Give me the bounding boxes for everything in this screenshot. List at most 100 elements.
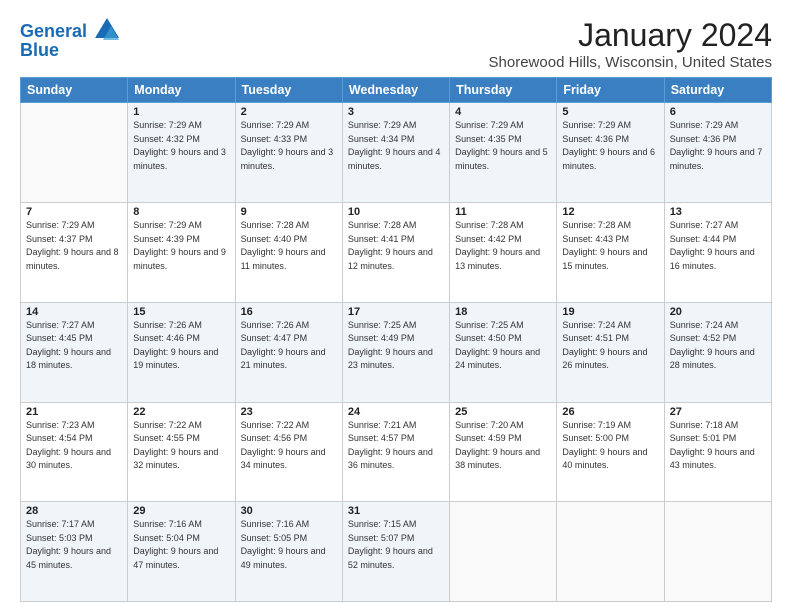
week-row-5: 28Sunrise: 7:17 AMSunset: 5:03 PMDayligh… <box>21 502 772 602</box>
calendar-cell <box>450 502 557 602</box>
calendar-cell: 16Sunrise: 7:26 AMSunset: 4:47 PMDayligh… <box>235 302 342 402</box>
day-info: Sunrise: 7:29 AMSunset: 4:39 PMDaylight:… <box>133 219 229 273</box>
day-info: Sunrise: 7:22 AMSunset: 4:55 PMDaylight:… <box>133 419 229 473</box>
calendar-cell: 31Sunrise: 7:15 AMSunset: 5:07 PMDayligh… <box>342 502 449 602</box>
day-info: Sunrise: 7:28 AMSunset: 4:40 PMDaylight:… <box>241 219 337 273</box>
calendar-cell: 15Sunrise: 7:26 AMSunset: 4:46 PMDayligh… <box>128 302 235 402</box>
week-row-1: 1Sunrise: 7:29 AMSunset: 4:32 PMDaylight… <box>21 103 772 203</box>
logo-icon <box>93 16 121 44</box>
calendar-cell: 23Sunrise: 7:22 AMSunset: 4:56 PMDayligh… <box>235 402 342 502</box>
calendar-cell: 21Sunrise: 7:23 AMSunset: 4:54 PMDayligh… <box>21 402 128 502</box>
day-number: 23 <box>241 406 337 418</box>
location: Shorewood Hills, Wisconsin, United State… <box>489 54 772 71</box>
weekday-header-monday: Monday <box>128 78 235 103</box>
day-number: 10 <box>348 206 444 218</box>
day-number: 29 <box>133 505 229 517</box>
day-info: Sunrise: 7:16 AMSunset: 5:04 PMDaylight:… <box>133 518 229 572</box>
day-info: Sunrise: 7:19 AMSunset: 5:00 PMDaylight:… <box>562 419 658 473</box>
day-info: Sunrise: 7:22 AMSunset: 4:56 PMDaylight:… <box>241 419 337 473</box>
day-number: 18 <box>455 306 551 318</box>
day-number: 22 <box>133 406 229 418</box>
weekday-header-row: SundayMondayTuesdayWednesdayThursdayFrid… <box>21 78 772 103</box>
day-info: Sunrise: 7:24 AMSunset: 4:51 PMDaylight:… <box>562 319 658 373</box>
month-title: January 2024 <box>489 16 772 54</box>
day-number: 8 <box>133 206 229 218</box>
calendar-cell: 12Sunrise: 7:28 AMSunset: 4:43 PMDayligh… <box>557 203 664 303</box>
day-info: Sunrise: 7:27 AMSunset: 4:44 PMDaylight:… <box>670 219 766 273</box>
day-number: 26 <box>562 406 658 418</box>
day-info: Sunrise: 7:18 AMSunset: 5:01 PMDaylight:… <box>670 419 766 473</box>
calendar-cell: 4Sunrise: 7:29 AMSunset: 4:35 PMDaylight… <box>450 103 557 203</box>
calendar-table: SundayMondayTuesdayWednesdayThursdayFrid… <box>20 77 772 602</box>
day-info: Sunrise: 7:26 AMSunset: 4:47 PMDaylight:… <box>241 319 337 373</box>
day-info: Sunrise: 7:16 AMSunset: 5:05 PMDaylight:… <box>241 518 337 572</box>
calendar-cell <box>557 502 664 602</box>
day-info: Sunrise: 7:28 AMSunset: 4:42 PMDaylight:… <box>455 219 551 273</box>
day-info: Sunrise: 7:29 AMSunset: 4:36 PMDaylight:… <box>670 119 766 173</box>
calendar-cell: 26Sunrise: 7:19 AMSunset: 5:00 PMDayligh… <box>557 402 664 502</box>
day-number: 12 <box>562 206 658 218</box>
day-info: Sunrise: 7:25 AMSunset: 4:49 PMDaylight:… <box>348 319 444 373</box>
day-number: 27 <box>670 406 766 418</box>
day-info: Sunrise: 7:29 AMSunset: 4:34 PMDaylight:… <box>348 119 444 173</box>
day-number: 25 <box>455 406 551 418</box>
day-number: 20 <box>670 306 766 318</box>
day-number: 13 <box>670 206 766 218</box>
calendar-cell: 29Sunrise: 7:16 AMSunset: 5:04 PMDayligh… <box>128 502 235 602</box>
calendar-cell: 17Sunrise: 7:25 AMSunset: 4:49 PMDayligh… <box>342 302 449 402</box>
day-number: 6 <box>670 106 766 118</box>
day-info: Sunrise: 7:29 AMSunset: 4:35 PMDaylight:… <box>455 119 551 173</box>
calendar-cell: 11Sunrise: 7:28 AMSunset: 4:42 PMDayligh… <box>450 203 557 303</box>
weekday-header-tuesday: Tuesday <box>235 78 342 103</box>
day-number: 9 <box>241 206 337 218</box>
day-number: 14 <box>26 306 122 318</box>
calendar-cell: 9Sunrise: 7:28 AMSunset: 4:40 PMDaylight… <box>235 203 342 303</box>
day-info: Sunrise: 7:29 AMSunset: 4:33 PMDaylight:… <box>241 119 337 173</box>
day-number: 19 <box>562 306 658 318</box>
calendar-cell <box>21 103 128 203</box>
calendar-cell: 3Sunrise: 7:29 AMSunset: 4:34 PMDaylight… <box>342 103 449 203</box>
calendar-cell: 27Sunrise: 7:18 AMSunset: 5:01 PMDayligh… <box>664 402 771 502</box>
calendar-cell: 14Sunrise: 7:27 AMSunset: 4:45 PMDayligh… <box>21 302 128 402</box>
weekday-header-thursday: Thursday <box>450 78 557 103</box>
day-number: 15 <box>133 306 229 318</box>
day-number: 31 <box>348 505 444 517</box>
weekday-header-friday: Friday <box>557 78 664 103</box>
calendar-cell: 20Sunrise: 7:24 AMSunset: 4:52 PMDayligh… <box>664 302 771 402</box>
calendar-cell: 8Sunrise: 7:29 AMSunset: 4:39 PMDaylight… <box>128 203 235 303</box>
title-block: January 2024 Shorewood Hills, Wisconsin,… <box>489 16 772 71</box>
day-info: Sunrise: 7:25 AMSunset: 4:50 PMDaylight:… <box>455 319 551 373</box>
day-number: 3 <box>348 106 444 118</box>
day-info: Sunrise: 7:26 AMSunset: 4:46 PMDaylight:… <box>133 319 229 373</box>
day-info: Sunrise: 7:27 AMSunset: 4:45 PMDaylight:… <box>26 319 122 373</box>
week-row-4: 21Sunrise: 7:23 AMSunset: 4:54 PMDayligh… <box>21 402 772 502</box>
calendar-cell: 13Sunrise: 7:27 AMSunset: 4:44 PMDayligh… <box>664 203 771 303</box>
weekday-header-wednesday: Wednesday <box>342 78 449 103</box>
day-info: Sunrise: 7:15 AMSunset: 5:07 PMDaylight:… <box>348 518 444 572</box>
day-number: 28 <box>26 505 122 517</box>
day-info: Sunrise: 7:29 AMSunset: 4:36 PMDaylight:… <box>562 119 658 173</box>
week-row-2: 7Sunrise: 7:29 AMSunset: 4:37 PMDaylight… <box>21 203 772 303</box>
day-number: 24 <box>348 406 444 418</box>
day-info: Sunrise: 7:28 AMSunset: 4:43 PMDaylight:… <box>562 219 658 273</box>
day-info: Sunrise: 7:17 AMSunset: 5:03 PMDaylight:… <box>26 518 122 572</box>
weekday-header-saturday: Saturday <box>664 78 771 103</box>
day-number: 17 <box>348 306 444 318</box>
calendar-cell: 6Sunrise: 7:29 AMSunset: 4:36 PMDaylight… <box>664 103 771 203</box>
calendar-cell: 2Sunrise: 7:29 AMSunset: 4:33 PMDaylight… <box>235 103 342 203</box>
day-info: Sunrise: 7:20 AMSunset: 4:59 PMDaylight:… <box>455 419 551 473</box>
logo-text: General Blue <box>20 20 121 61</box>
weekday-header-sunday: Sunday <box>21 78 128 103</box>
calendar-cell: 22Sunrise: 7:22 AMSunset: 4:55 PMDayligh… <box>128 402 235 502</box>
week-row-3: 14Sunrise: 7:27 AMSunset: 4:45 PMDayligh… <box>21 302 772 402</box>
day-info: Sunrise: 7:21 AMSunset: 4:57 PMDaylight:… <box>348 419 444 473</box>
day-number: 7 <box>26 206 122 218</box>
calendar-cell: 5Sunrise: 7:29 AMSunset: 4:36 PMDaylight… <box>557 103 664 203</box>
day-number: 5 <box>562 106 658 118</box>
day-info: Sunrise: 7:29 AMSunset: 4:32 PMDaylight:… <box>133 119 229 173</box>
calendar-cell: 30Sunrise: 7:16 AMSunset: 5:05 PMDayligh… <box>235 502 342 602</box>
day-number: 30 <box>241 505 337 517</box>
calendar-cell: 18Sunrise: 7:25 AMSunset: 4:50 PMDayligh… <box>450 302 557 402</box>
day-info: Sunrise: 7:29 AMSunset: 4:37 PMDaylight:… <box>26 219 122 273</box>
day-info: Sunrise: 7:24 AMSunset: 4:52 PMDaylight:… <box>670 319 766 373</box>
